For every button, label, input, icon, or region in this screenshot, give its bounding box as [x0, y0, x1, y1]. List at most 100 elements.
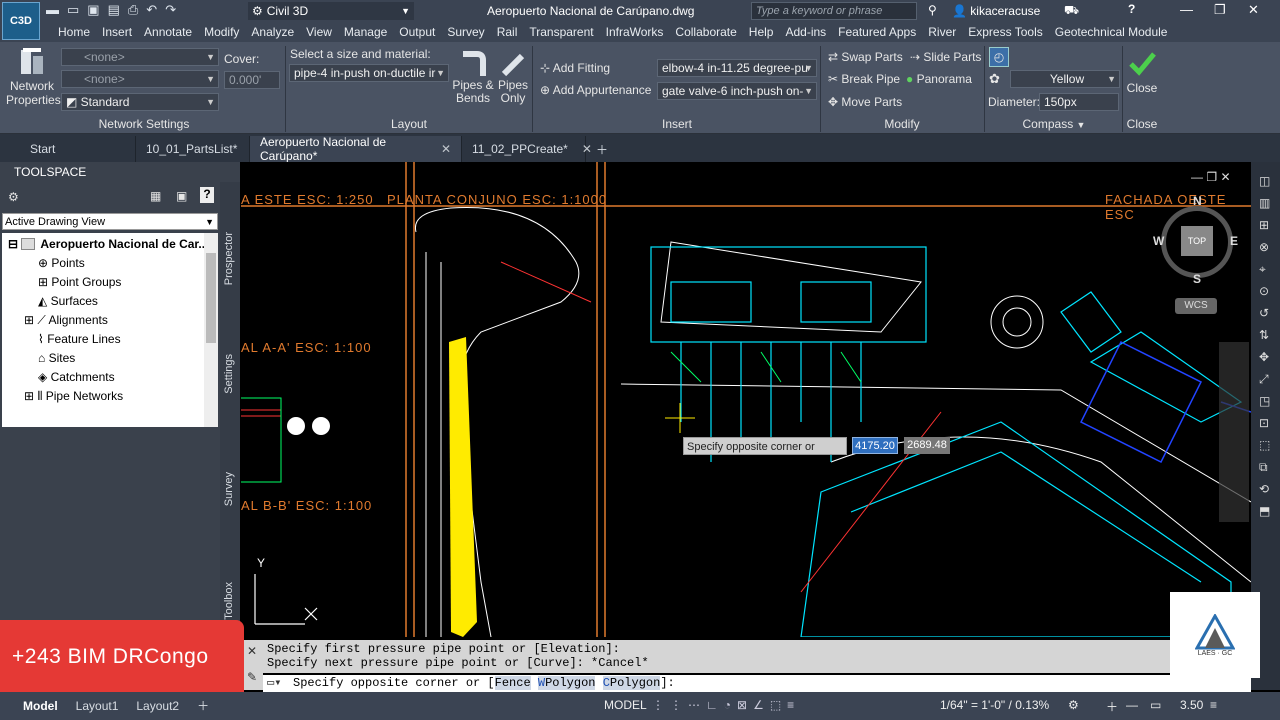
wrench-icon[interactable]: ✎ — [247, 670, 257, 684]
move-parts-button[interactable]: ✥ Move Parts — [828, 95, 902, 109]
tab-rail[interactable]: Rail — [491, 25, 524, 39]
osnap-icon[interactable]: ⊠ — [737, 698, 753, 712]
tool-icon[interactable]: ⬒ — [1259, 500, 1270, 522]
viewcube-top[interactable]: TOP — [1181, 226, 1213, 256]
side-tab-prospector[interactable]: Prospector — [223, 232, 235, 285]
snap-icon[interactable]: ⋯ — [688, 698, 706, 712]
minus-icon[interactable]: — — [1126, 698, 1138, 712]
tool-icon[interactable]: ⇅ — [1259, 324, 1270, 346]
ortho-icon[interactable]: ∟ — [706, 698, 724, 712]
save-as-icon[interactable]: ▤ — [108, 2, 120, 18]
wcs-menu[interactable]: WCS — [1175, 298, 1217, 314]
minimize-icon[interactable]: — — [1191, 170, 1203, 184]
pipes-only-button[interactable]: Pipes Only — [496, 50, 530, 105]
panel-icon[interactable]: ▣ — [176, 189, 187, 203]
tool-icon[interactable]: ⟲ — [1259, 478, 1270, 500]
isodraft-icon[interactable]: ⬚ — [770, 698, 787, 712]
binoculars-icon[interactable]: ⚲ — [928, 3, 937, 17]
compass-color-combo[interactable]: Yellow ▼ — [1010, 70, 1120, 88]
angle-icon[interactable]: ∠ — [753, 698, 770, 712]
close-icon[interactable]: ✕ — [441, 142, 451, 156]
tab-river[interactable]: River — [922, 25, 962, 39]
break-pipe-button[interactable]: ✂ Break Pipe — [828, 72, 900, 86]
new-icon[interactable]: ▬ — [46, 2, 59, 18]
fitting-combo[interactable]: elbow-4 in-11.25 degree-pu ▼ — [657, 59, 817, 77]
close-icon[interactable]: ✕ — [247, 644, 257, 658]
tab-output[interactable]: Output — [393, 25, 441, 39]
tree-item-catchments[interactable]: ◈ Catchments — [38, 368, 115, 387]
tree-item-drawing[interactable]: ⊟ Aeropuerto Nacional de Car... — [8, 235, 208, 254]
lineweight-icon[interactable]: ≡ — [787, 698, 800, 712]
restore-icon[interactable]: ❐ — [1206, 170, 1217, 184]
option-fence[interactable]: Fence — [494, 676, 531, 690]
close-button[interactable]: Close — [1124, 48, 1160, 95]
layout-tab-layout2[interactable]: Layout2 — [127, 695, 188, 717]
compass-title[interactable]: Compass ▼ — [986, 117, 1122, 131]
tool-icon[interactable]: ⊗ — [1259, 236, 1270, 258]
add-layout-icon[interactable]: ＋ — [188, 695, 218, 717]
doc-tab-start[interactable]: Start — [0, 136, 136, 162]
doc-tab-aeropuerto[interactable]: Aeropuerto Nacional de Carúpano* ✕ — [250, 135, 462, 163]
app-logo[interactable]: C3D — [2, 2, 40, 40]
tab-survey[interactable]: Survey — [441, 25, 490, 39]
network-properties-button[interactable]: Network Properties — [6, 46, 61, 107]
polar-icon[interactable]: ◔ — [724, 698, 737, 712]
network-style-combo[interactable]: ◩ Standard ▼ — [61, 93, 219, 111]
menu-icon[interactable]: ≡ — [1210, 698, 1217, 712]
plus-icon[interactable]: ＋ — [1106, 698, 1118, 715]
option-wpolygon[interactable]: WPolygon — [537, 676, 596, 690]
slide-parts-button[interactable]: ⇢ Slide Parts — [910, 50, 981, 64]
option-cpolygon[interactable]: CPolygon — [602, 676, 661, 690]
layout-tab-layout1[interactable]: Layout1 — [67, 695, 128, 717]
doc-tab-partslist[interactable]: 10_01_PartsList*✕ — [136, 136, 261, 162]
tab-geotechnical-module[interactable]: Geotechnical Module — [1049, 25, 1174, 39]
side-tab-toolbox[interactable]: Toolbox — [223, 582, 235, 620]
close-window-icon[interactable]: ✕ — [1248, 2, 1259, 18]
viewcube[interactable]: TOP N S E W — [1153, 194, 1238, 286]
annotation-scale[interactable]: 1/64" = 1'-0" / 0.13% — [940, 698, 1049, 712]
side-tab-settings[interactable]: Settings — [223, 354, 235, 394]
tree-item-sites[interactable]: ⌂ Sites — [38, 349, 75, 368]
tree-scrollbar[interactable] — [204, 233, 218, 427]
grid-icon[interactable]: ⋮⋮ — [652, 698, 688, 712]
workspace-dropdown[interactable]: ⚙ Civil 3D ▼ — [248, 2, 414, 20]
coord-y-input[interactable]: 2689.48 — [904, 437, 950, 454]
tab-featured-apps[interactable]: Featured Apps — [832, 25, 922, 39]
maximize-icon[interactable]: ❐ — [1214, 2, 1226, 18]
swap-parts-button[interactable]: ⇄ Swap Parts — [828, 50, 903, 64]
tab-express-tools[interactable]: Express Tools — [962, 25, 1048, 39]
doc-tab-ppcreate[interactable]: 11_02_PPCreate* ✕ — [462, 136, 592, 162]
cart-icon[interactable]: ⛟ — [1064, 3, 1079, 19]
tab-manage[interactable]: Manage — [338, 25, 393, 39]
tool-icon[interactable]: ↺ — [1259, 302, 1270, 324]
scrollbar-thumb[interactable] — [206, 253, 216, 343]
tree-item-points[interactable]: ⊕ Points — [38, 254, 85, 273]
tab-transparent[interactable]: Transparent — [523, 25, 599, 39]
size-material-combo[interactable]: pipe-4 in-push on-ductile ir ▼ — [289, 64, 449, 82]
appurtenance-combo[interactable]: gate valve-6 inch-push on- ▼ — [657, 82, 817, 100]
drawing-canvas[interactable]: A ESTE ESC: 1:250 PLANTA CONJUNO ESC: 1:… — [241, 162, 1251, 637]
save-icon[interactable]: ▣ — [87, 2, 99, 18]
close-viewport-icon[interactable]: ✕ — [1220, 170, 1230, 184]
side-tab-survey[interactable]: Survey — [223, 472, 235, 506]
print-icon[interactable]: ⎙ — [128, 2, 138, 18]
view-dropdown[interactable]: Active Drawing View ▼ — [2, 213, 218, 230]
help-icon[interactable]: ? — [1128, 2, 1135, 16]
add-fitting-button[interactable]: ⊹ Add Fitting — [540, 61, 610, 75]
tab-infraworks[interactable]: InfraWorks — [600, 25, 670, 39]
tree-item-point-groups[interactable]: ⊞ Point Groups — [38, 273, 121, 292]
tab-home[interactable]: Home — [52, 25, 96, 39]
new-tab-icon[interactable]: ＋ — [586, 136, 618, 162]
tool-icon[interactable]: ⌖ — [1259, 258, 1270, 280]
cover-input[interactable]: 0.000' — [224, 71, 280, 89]
tool-icon[interactable]: ✥ — [1259, 346, 1270, 368]
tree-item-surfaces[interactable]: ◭ Surfaces — [38, 292, 98, 311]
open-icon[interactable]: ▭ — [67, 2, 79, 18]
tool-icon[interactable]: ⬚ — [1259, 434, 1270, 456]
add-appurtenance-button[interactable]: ⊕ Add Appurtenance — [540, 83, 651, 97]
tool-icon[interactable]: ◫ — [1259, 170, 1270, 192]
network-combo-1[interactable]: <none> ▼ — [61, 48, 219, 66]
compass-toggle-icon[interactable]: ◴ — [989, 47, 1009, 67]
panorama-button[interactable]: ● Panorama — [906, 72, 972, 86]
tree-item-alignments[interactable]: ⊞ ⟋ Alignments — [24, 311, 108, 330]
